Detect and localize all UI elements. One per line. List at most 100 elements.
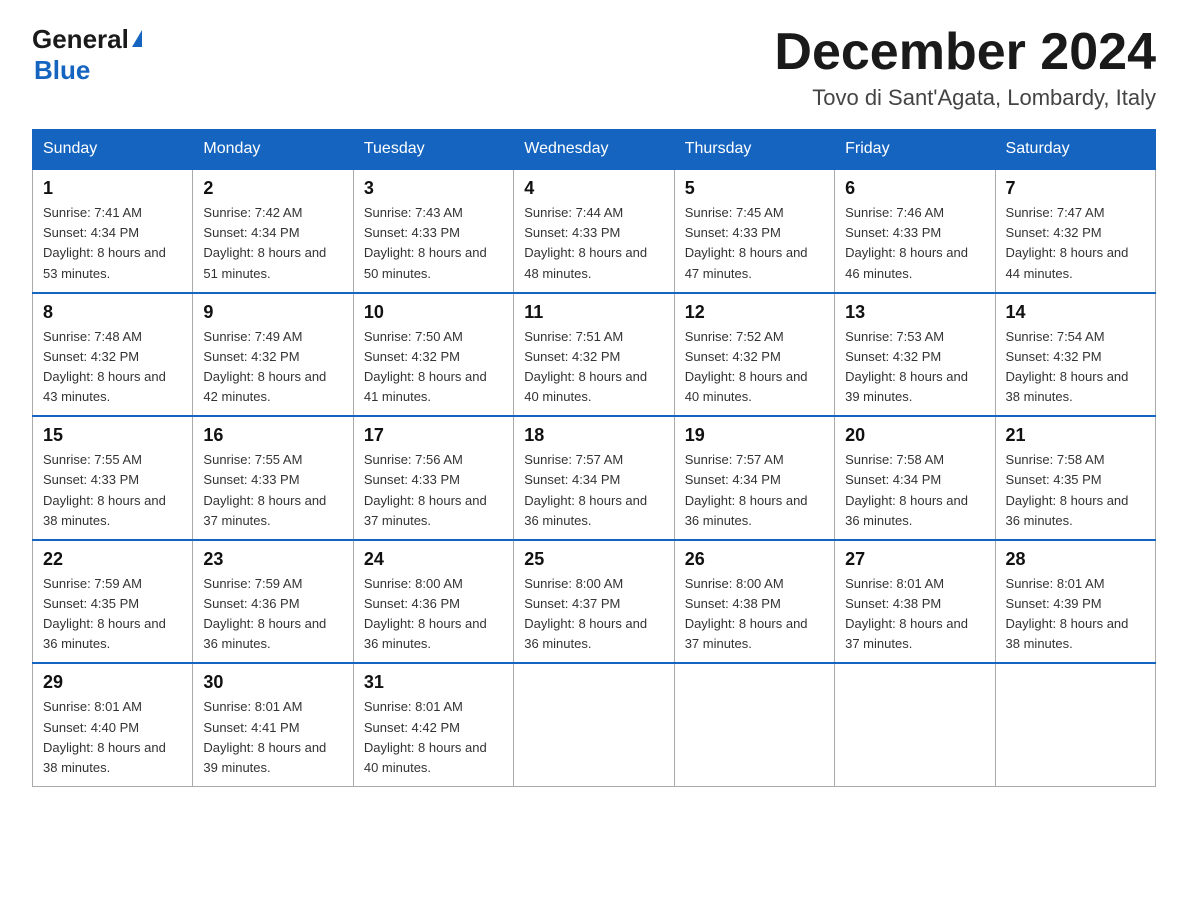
table-row: 30 Sunrise: 8:01 AMSunset: 4:41 PMDaylig… xyxy=(193,663,353,786)
day-number: 21 xyxy=(1006,425,1145,446)
table-row xyxy=(514,663,674,786)
day-info: Sunrise: 7:56 AMSunset: 4:33 PMDaylight:… xyxy=(364,452,487,527)
day-info: Sunrise: 7:41 AMSunset: 4:34 PMDaylight:… xyxy=(43,205,166,280)
table-row: 31 Sunrise: 8:01 AMSunset: 4:42 PMDaylig… xyxy=(353,663,513,786)
table-row: 13 Sunrise: 7:53 AMSunset: 4:32 PMDaylig… xyxy=(835,293,995,417)
day-info: Sunrise: 7:53 AMSunset: 4:32 PMDaylight:… xyxy=(845,329,968,404)
day-info: Sunrise: 7:55 AMSunset: 4:33 PMDaylight:… xyxy=(203,452,326,527)
table-row: 22 Sunrise: 7:59 AMSunset: 4:35 PMDaylig… xyxy=(33,540,193,664)
table-row: 2 Sunrise: 7:42 AMSunset: 4:34 PMDayligh… xyxy=(193,169,353,293)
table-row: 8 Sunrise: 7:48 AMSunset: 4:32 PMDayligh… xyxy=(33,293,193,417)
day-number: 11 xyxy=(524,302,663,323)
day-number: 31 xyxy=(364,672,503,693)
day-info: Sunrise: 7:52 AMSunset: 4:32 PMDaylight:… xyxy=(685,329,808,404)
day-info: Sunrise: 7:58 AMSunset: 4:35 PMDaylight:… xyxy=(1006,452,1129,527)
day-number: 26 xyxy=(685,549,824,570)
table-row: 24 Sunrise: 8:00 AMSunset: 4:36 PMDaylig… xyxy=(353,540,513,664)
table-row: 3 Sunrise: 7:43 AMSunset: 4:33 PMDayligh… xyxy=(353,169,513,293)
day-number: 16 xyxy=(203,425,342,446)
day-info: Sunrise: 8:00 AMSunset: 4:37 PMDaylight:… xyxy=(524,576,647,651)
day-number: 29 xyxy=(43,672,182,693)
day-info: Sunrise: 8:01 AMSunset: 4:41 PMDaylight:… xyxy=(203,699,326,774)
day-number: 6 xyxy=(845,178,984,199)
day-info: Sunrise: 7:43 AMSunset: 4:33 PMDaylight:… xyxy=(364,205,487,280)
day-number: 4 xyxy=(524,178,663,199)
day-info: Sunrise: 8:00 AMSunset: 4:36 PMDaylight:… xyxy=(364,576,487,651)
day-info: Sunrise: 7:55 AMSunset: 4:33 PMDaylight:… xyxy=(43,452,166,527)
location-title: Tovo di Sant'Agata, Lombardy, Italy xyxy=(774,85,1156,111)
day-info: Sunrise: 8:01 AMSunset: 4:40 PMDaylight:… xyxy=(43,699,166,774)
day-info: Sunrise: 7:58 AMSunset: 4:34 PMDaylight:… xyxy=(845,452,968,527)
table-row: 25 Sunrise: 8:00 AMSunset: 4:37 PMDaylig… xyxy=(514,540,674,664)
day-info: Sunrise: 7:49 AMSunset: 4:32 PMDaylight:… xyxy=(203,329,326,404)
day-number: 15 xyxy=(43,425,182,446)
table-row: 16 Sunrise: 7:55 AMSunset: 4:33 PMDaylig… xyxy=(193,416,353,540)
day-info: Sunrise: 8:00 AMSunset: 4:38 PMDaylight:… xyxy=(685,576,808,651)
table-row: 28 Sunrise: 8:01 AMSunset: 4:39 PMDaylig… xyxy=(995,540,1155,664)
header-saturday: Saturday xyxy=(995,130,1155,170)
day-info: Sunrise: 8:01 AMSunset: 4:38 PMDaylight:… xyxy=(845,576,968,651)
day-number: 7 xyxy=(1006,178,1145,199)
calendar-week-row: 1 Sunrise: 7:41 AMSunset: 4:34 PMDayligh… xyxy=(33,169,1156,293)
table-row: 4 Sunrise: 7:44 AMSunset: 4:33 PMDayligh… xyxy=(514,169,674,293)
day-number: 25 xyxy=(524,549,663,570)
day-number: 28 xyxy=(1006,549,1145,570)
day-number: 1 xyxy=(43,178,182,199)
table-row: 15 Sunrise: 7:55 AMSunset: 4:33 PMDaylig… xyxy=(33,416,193,540)
day-info: Sunrise: 7:54 AMSunset: 4:32 PMDaylight:… xyxy=(1006,329,1129,404)
day-number: 19 xyxy=(685,425,824,446)
day-info: Sunrise: 7:51 AMSunset: 4:32 PMDaylight:… xyxy=(524,329,647,404)
table-row: 5 Sunrise: 7:45 AMSunset: 4:33 PMDayligh… xyxy=(674,169,834,293)
day-info: Sunrise: 7:59 AMSunset: 4:36 PMDaylight:… xyxy=(203,576,326,651)
table-row: 26 Sunrise: 8:00 AMSunset: 4:38 PMDaylig… xyxy=(674,540,834,664)
logo-general-text: General xyxy=(32,24,129,55)
logo-triangle-icon xyxy=(132,30,142,47)
header-monday: Monday xyxy=(193,130,353,170)
table-row: 7 Sunrise: 7:47 AMSunset: 4:32 PMDayligh… xyxy=(995,169,1155,293)
day-number: 30 xyxy=(203,672,342,693)
day-info: Sunrise: 7:48 AMSunset: 4:32 PMDaylight:… xyxy=(43,329,166,404)
day-number: 24 xyxy=(364,549,503,570)
table-row: 29 Sunrise: 8:01 AMSunset: 4:40 PMDaylig… xyxy=(33,663,193,786)
header-wednesday: Wednesday xyxy=(514,130,674,170)
day-info: Sunrise: 7:42 AMSunset: 4:34 PMDaylight:… xyxy=(203,205,326,280)
day-number: 9 xyxy=(203,302,342,323)
day-info: Sunrise: 7:44 AMSunset: 4:33 PMDaylight:… xyxy=(524,205,647,280)
header-thursday: Thursday xyxy=(674,130,834,170)
page-header: General Blue December 2024 Tovo di Sant'… xyxy=(32,24,1156,111)
logo: General Blue xyxy=(32,24,142,86)
day-number: 17 xyxy=(364,425,503,446)
day-number: 14 xyxy=(1006,302,1145,323)
day-number: 3 xyxy=(364,178,503,199)
day-number: 12 xyxy=(685,302,824,323)
day-info: Sunrise: 8:01 AMSunset: 4:42 PMDaylight:… xyxy=(364,699,487,774)
day-info: Sunrise: 7:46 AMSunset: 4:33 PMDaylight:… xyxy=(845,205,968,280)
day-info: Sunrise: 7:57 AMSunset: 4:34 PMDaylight:… xyxy=(685,452,808,527)
day-number: 27 xyxy=(845,549,984,570)
calendar-table: Sunday Monday Tuesday Wednesday Thursday… xyxy=(32,129,1156,787)
table-row xyxy=(835,663,995,786)
table-row: 19 Sunrise: 7:57 AMSunset: 4:34 PMDaylig… xyxy=(674,416,834,540)
table-row: 17 Sunrise: 7:56 AMSunset: 4:33 PMDaylig… xyxy=(353,416,513,540)
day-info: Sunrise: 7:45 AMSunset: 4:33 PMDaylight:… xyxy=(685,205,808,280)
table-row xyxy=(995,663,1155,786)
day-number: 20 xyxy=(845,425,984,446)
table-row: 12 Sunrise: 7:52 AMSunset: 4:32 PMDaylig… xyxy=(674,293,834,417)
table-row: 1 Sunrise: 7:41 AMSunset: 4:34 PMDayligh… xyxy=(33,169,193,293)
day-number: 10 xyxy=(364,302,503,323)
table-row: 14 Sunrise: 7:54 AMSunset: 4:32 PMDaylig… xyxy=(995,293,1155,417)
table-row xyxy=(674,663,834,786)
day-number: 8 xyxy=(43,302,182,323)
calendar-week-row: 15 Sunrise: 7:55 AMSunset: 4:33 PMDaylig… xyxy=(33,416,1156,540)
day-info: Sunrise: 7:47 AMSunset: 4:32 PMDaylight:… xyxy=(1006,205,1129,280)
header-sunday: Sunday xyxy=(33,130,193,170)
day-number: 23 xyxy=(203,549,342,570)
table-row: 23 Sunrise: 7:59 AMSunset: 4:36 PMDaylig… xyxy=(193,540,353,664)
day-info: Sunrise: 7:50 AMSunset: 4:32 PMDaylight:… xyxy=(364,329,487,404)
table-row: 27 Sunrise: 8:01 AMSunset: 4:38 PMDaylig… xyxy=(835,540,995,664)
day-info: Sunrise: 7:59 AMSunset: 4:35 PMDaylight:… xyxy=(43,576,166,651)
table-row: 20 Sunrise: 7:58 AMSunset: 4:34 PMDaylig… xyxy=(835,416,995,540)
table-row: 21 Sunrise: 7:58 AMSunset: 4:35 PMDaylig… xyxy=(995,416,1155,540)
day-number: 5 xyxy=(685,178,824,199)
day-number: 22 xyxy=(43,549,182,570)
